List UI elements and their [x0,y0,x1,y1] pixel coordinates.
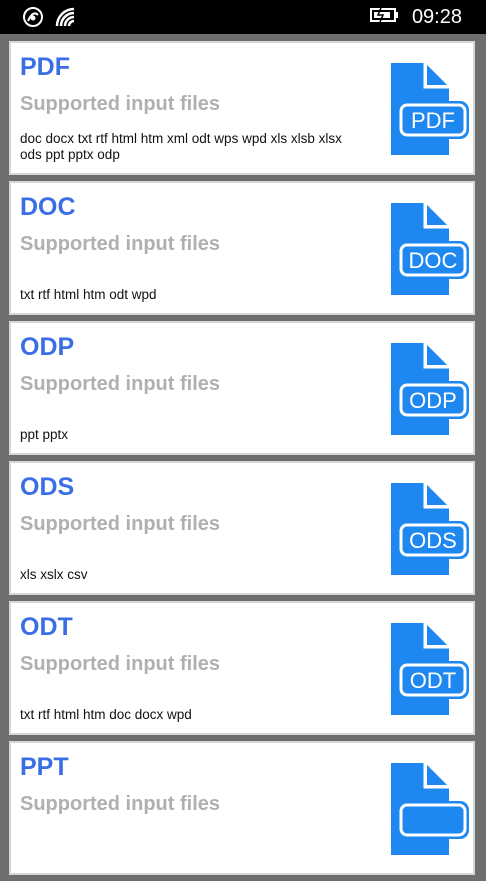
data-sense-icon [22,6,44,33]
document-icon: PDF [391,63,469,155]
battery-charging-icon [369,6,400,29]
document-icon-label: ODT [410,668,456,693]
card-title: PPT [20,753,69,781]
document-icon-label: PDF [411,108,455,133]
card-subtitle: Supported input files [20,653,220,675]
document-icon-label: ODP [409,388,457,413]
card-title: ODT [20,613,73,641]
document-icon: ODS [391,483,469,575]
document-icon [391,763,469,855]
card-subtitle: Supported input files [20,233,220,255]
conversion-card-odp[interactable]: ODP Supported input files ppt pptx ODP [9,321,475,455]
conversion-card-odt[interactable]: ODT Supported input files txt rtf html htm… [9,601,475,735]
supported-formats: txt rtf html htm odt wpd [20,287,157,302]
conversion-card-pdf[interactable]: PDF Supported input files doc docx txt rtf… [9,41,475,175]
card-title: ODP [20,333,75,361]
document-icon: ODT [391,623,469,715]
card-subtitle: Supported input files [20,93,220,115]
card-subtitle: Supported input files [20,513,220,535]
conversion-card-doc[interactable]: DOC Supported input files txt rtf html htm… [9,181,475,315]
wifi-icon [54,6,78,33]
document-icon: ODP [391,343,469,435]
supported-formats: doc docx txt rtf html htm xml odt wps wp… [20,131,342,162]
document-icon-label: ODS [409,528,457,553]
card-subtitle: Supported input files [20,793,220,815]
status-time: 09:28 [411,6,462,28]
conversion-list: PDF Supported input files doc docx txt rtf… [9,41,475,881]
conversion-card-ppt[interactable]: PPT Supported input files [9,741,475,875]
card-title: ODS [20,473,75,501]
status-bar: 09:28 [0,0,486,34]
card-title: DOC [20,193,76,221]
supported-formats: txt rtf html htm doc docx wpd [20,707,192,722]
supported-formats: ppt pptx [20,427,69,442]
conversion-card-ods[interactable]: ODS Supported input files xls xslx csv ODS [9,461,475,595]
supported-formats: xls xslx csv [20,567,88,582]
document-icon: DOC [391,203,469,295]
document-icon-label: DOC [409,248,458,273]
card-subtitle: Supported input files [20,373,220,395]
card-title: PDF [20,53,70,81]
